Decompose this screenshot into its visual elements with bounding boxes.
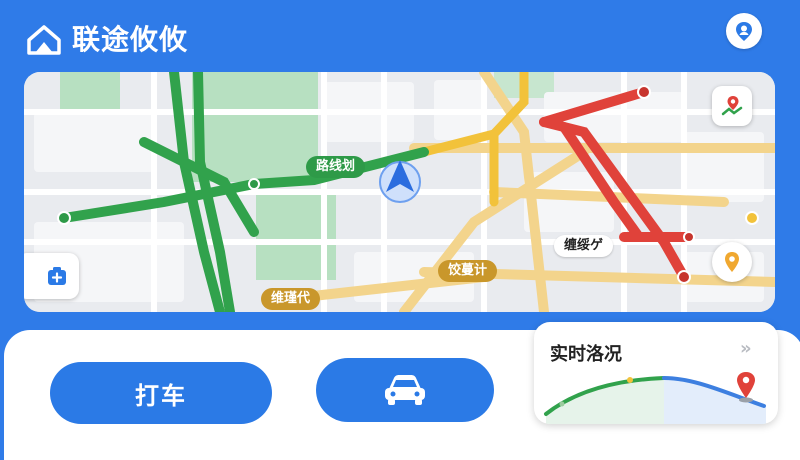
car-icon [385,375,425,405]
route-pin-icon [721,96,743,116]
add-layer-button[interactable] [24,253,79,299]
header: 联途攸攸 [0,0,800,70]
road-label-amber-1: 饺蔓计 [438,260,498,282]
profile-button[interactable] [726,13,762,49]
location-pin-icon [725,252,739,272]
route-button[interactable] [712,86,752,126]
taxi-button[interactable]: 打车 [50,362,272,424]
location-button[interactable] [712,242,752,282]
road-label-green: 路线划 [306,156,366,178]
car-button[interactable] [316,358,494,422]
add-layer-icon [48,267,66,285]
app-title: 联途攸攸 [72,23,189,56]
traffic-card[interactable]: 实时洛况 » [534,322,778,424]
road-label-white: 缠绥ゲ [554,235,614,257]
profile-icon [736,22,752,41]
logo-icon [27,25,61,55]
destination-pin-icon [737,372,755,403]
map-canvas[interactable] [24,72,775,312]
map-card[interactable]: 路线划 饺蔓计 维瑾代 缠绥ゲ [24,72,775,312]
road-label-amber-2: 维瑾代 [261,288,321,310]
